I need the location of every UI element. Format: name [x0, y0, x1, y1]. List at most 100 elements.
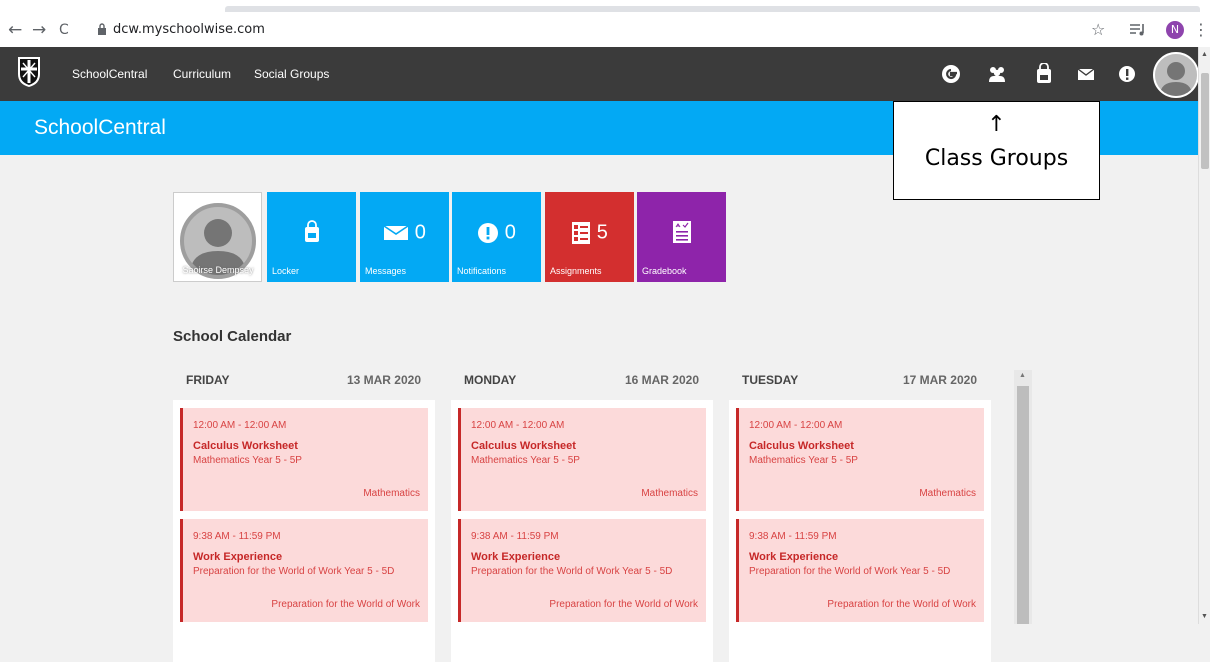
bookmark-star-icon[interactable]: ☆: [1091, 20, 1105, 39]
event-subject: Preparation for the World of Work: [271, 599, 420, 610]
event-title[interactable]: Calculus Worksheet: [193, 440, 418, 452]
checklist-icon: [572, 221, 591, 244]
assignments-tile-label: Assignments: [550, 266, 602, 276]
event-class: Mathematics Year 5 - 5P: [193, 455, 302, 466]
event-title[interactable]: Work Experience: [749, 551, 974, 563]
browser-toolbar: ← → C dcw.myschoolwise.com ☆ N ⋮: [0, 0, 1210, 47]
event-time: 12:00 AM - 12:00 AM: [193, 420, 287, 431]
reload-button[interactable]: C: [59, 20, 69, 40]
tab-strip: [225, 6, 1200, 12]
event-title[interactable]: Calculus Worksheet: [749, 440, 974, 452]
browser-menu-icon[interactable]: ⋮: [1193, 20, 1209, 39]
profile-name: Saoirse Dempsey: [182, 265, 254, 275]
event-subject: Preparation for the World of Work: [549, 599, 698, 610]
day-header: FRIDAY 13 MAR 2020: [173, 362, 435, 400]
event-title[interactable]: Calculus Worksheet: [471, 440, 696, 452]
gradebook-tile-label: Gradebook: [642, 266, 687, 276]
calendar-scroll-up-icon[interactable]: ▲: [1019, 372, 1026, 379]
nav-social-groups[interactable]: Social Groups: [254, 67, 329, 81]
calendar-event[interactable]: 9:38 AM - 11:59 PM Work Experience Prepa…: [180, 519, 428, 622]
day-date: 13 MAR 2020: [346, 373, 421, 387]
notifications-tile[interactable]: 0 Notifications: [452, 192, 541, 282]
event-time: 9:38 AM - 11:59 PM: [193, 531, 281, 542]
event-time: 9:38 AM - 11:59 PM: [749, 531, 837, 542]
event-subject: Preparation for the World of Work: [827, 599, 976, 610]
calendar-event[interactable]: 12:00 AM - 12:00 AM Calculus Worksheet M…: [180, 408, 428, 511]
calendar-day-column: TUESDAY 17 MAR 2020 12:00 AM - 12:00 AM …: [729, 362, 991, 662]
exclamation-icon: [478, 222, 499, 243]
event-class: Preparation for the World of Work Year 5…: [471, 566, 673, 577]
annotation-arrow: ↑: [987, 112, 1006, 137]
calendar-event[interactable]: 12:00 AM - 12:00 AM Calculus Worksheet M…: [458, 408, 706, 511]
avatar-silhouette-icon: [1155, 54, 1197, 96]
notifications-count: 0: [504, 221, 516, 244]
nav-curriculum[interactable]: Curriculum: [173, 67, 231, 81]
school-calendar-heading: School Calendar: [173, 328, 292, 345]
event-time: 12:00 AM - 12:00 AM: [471, 420, 565, 431]
notifications-tile-label: Notifications: [457, 266, 507, 276]
scroll-down-icon[interactable]: ▼: [1201, 613, 1208, 620]
messages-icon[interactable]: [1075, 63, 1097, 85]
locker-tile[interactable]: Locker: [267, 192, 356, 282]
day-name: TUESDAY: [742, 373, 799, 387]
address-bar[interactable]: dcw.myschoolwise.com: [113, 22, 265, 37]
forward-button[interactable]: →: [32, 20, 46, 40]
calendar-event[interactable]: 9:38 AM - 11:59 PM Work Experience Prepa…: [736, 519, 984, 622]
browser-profile-avatar[interactable]: N: [1166, 21, 1184, 39]
gradebook-icon: [672, 221, 691, 243]
event-class: Preparation for the World of Work Year 5…: [749, 566, 951, 577]
locker-tile-label: Locker: [272, 266, 300, 276]
annotation-label: Class Groups: [924, 146, 1069, 171]
day-name: MONDAY: [464, 373, 517, 387]
messages-count: 0: [414, 221, 426, 244]
messages-tile[interactable]: 0 Messages: [360, 192, 449, 282]
lock-icon: [98, 23, 106, 35]
locker-icon[interactable]: [1033, 63, 1055, 85]
app-navbar: SchoolCentral Curriculum Social Groups: [0, 47, 1199, 101]
day-header: TUESDAY 17 MAR 2020: [729, 362, 991, 400]
assignments-tile[interactable]: 5 Assignments: [545, 192, 634, 282]
calendar-scrollbar[interactable]: ▲: [1014, 370, 1032, 624]
annotation-callout: ↑ Class Groups: [893, 101, 1100, 200]
back-button[interactable]: ←: [8, 20, 22, 40]
day-events: 12:00 AM - 12:00 AM Calculus Worksheet M…: [173, 400, 435, 662]
event-time: 12:00 AM - 12:00 AM: [749, 420, 843, 431]
day-events: 12:00 AM - 12:00 AM Calculus Worksheet M…: [451, 400, 713, 662]
event-time: 9:38 AM - 11:59 PM: [471, 531, 559, 542]
day-header: MONDAY 16 MAR 2020: [451, 362, 713, 400]
profile-tile[interactable]: Saoirse Dempsey: [173, 192, 262, 282]
event-class: Mathematics Year 5 - 5P: [749, 455, 858, 466]
scroll-up-icon[interactable]: ▲: [1201, 51, 1208, 58]
gradebook-tile[interactable]: Gradebook: [637, 192, 726, 282]
class-groups-icon[interactable]: [986, 63, 1008, 85]
event-subject: Mathematics: [919, 488, 976, 499]
messages-tile-label: Messages: [365, 266, 407, 276]
day-date: 16 MAR 2020: [624, 373, 699, 387]
calendar-event[interactable]: 12:00 AM - 12:00 AM Calculus Worksheet M…: [736, 408, 984, 511]
calendar-event[interactable]: 9:38 AM - 11:59 PM Work Experience Prepa…: [458, 519, 706, 622]
event-class: Preparation for the World of Work Year 5…: [193, 566, 395, 577]
google-icon[interactable]: [940, 63, 962, 85]
locker-icon: [304, 220, 319, 242]
calendar-day-column: MONDAY 16 MAR 2020 12:00 AM - 12:00 AM C…: [451, 362, 713, 662]
page-title: SchoolCentral: [34, 116, 166, 139]
day-events: 12:00 AM - 12:00 AM Calculus Worksheet M…: [729, 400, 991, 662]
event-subject: Mathematics: [363, 488, 420, 499]
assignments-count: 5: [596, 221, 608, 244]
school-crest-logo[interactable]: [17, 56, 41, 88]
event-title[interactable]: Work Experience: [193, 551, 418, 563]
event-subject: Mathematics: [641, 488, 698, 499]
nav-schoolcentral[interactable]: SchoolCentral: [72, 67, 147, 81]
calendar-day-column: FRIDAY 13 MAR 2020 12:00 AM - 12:00 AM C…: [173, 362, 435, 662]
media-control-icon[interactable]: [1130, 23, 1146, 37]
page-scroll-thumb[interactable]: [1201, 73, 1209, 169]
calendar-scroll-thumb[interactable]: [1017, 386, 1029, 624]
envelope-icon: [383, 225, 409, 240]
day-name: FRIDAY: [186, 373, 230, 387]
user-avatar[interactable]: [1153, 52, 1199, 98]
notifications-icon[interactable]: [1116, 63, 1138, 85]
event-title[interactable]: Work Experience: [471, 551, 696, 563]
day-date: 17 MAR 2020: [902, 373, 977, 387]
page-scrollbar[interactable]: ▲ ▼: [1198, 47, 1210, 624]
event-class: Mathematics Year 5 - 5P: [471, 455, 580, 466]
